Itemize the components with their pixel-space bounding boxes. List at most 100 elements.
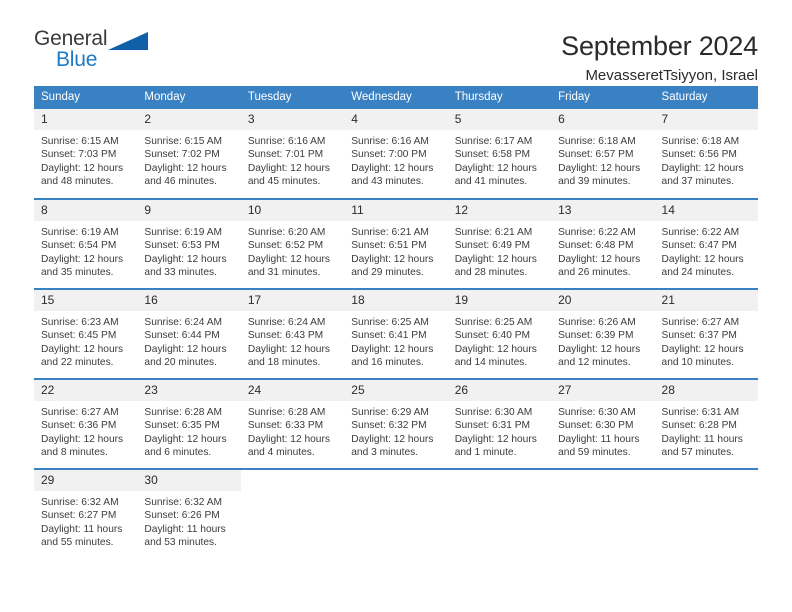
- calendar-day-cell[interactable]: 8 Sunrise: 6:19 AM Sunset: 6:54 PM Daylight…: [34, 198, 138, 289]
- calendar-empty-cell: [344, 468, 448, 559]
- day-details: Sunrise: 6:24 AM Sunset: 6:44 PM Daylight:…: [137, 311, 240, 370]
- weekday-header-friday: Friday: [551, 86, 655, 109]
- day-daylight-line-text: and 28 minutes.: [454, 267, 528, 279]
- day-details: Sunrise: 6:15 AM Sunset: 7:02 PM Daylight:…: [137, 130, 240, 189]
- calendar-day-cell[interactable]: 13 Sunrise: 6:22 AM Sunset: 6:48 PM Dayligh…: [551, 198, 655, 289]
- day-sunset-text: Sunset: 6:41 PM: [351, 330, 427, 342]
- day-details: Sunrise: 6:25 AM Sunset: 6:41 PM Daylight:…: [344, 311, 447, 370]
- day-sunrise-text: Sunrise: 6:26 AM: [558, 317, 636, 328]
- calendar-day-cell[interactable]: 27 Sunrise: 6:30 AM Sunset: 6:30 PM Dayligh…: [551, 378, 655, 469]
- calendar-day-cell[interactable]: 5 Sunrise: 6:17 AM Sunset: 6:58 PM Daylight…: [447, 109, 552, 199]
- day-daylight-line-text: Daylight: 12 hours: [247, 433, 330, 445]
- calendar-day-cell[interactable]: 2 Sunrise: 6:15 AM Sunset: 7:02 PM Daylight…: [137, 109, 241, 199]
- calendar-day-cell[interactable]: 22 Sunrise: 6:27 AM Sunset: 6:36 PM Dayligh…: [34, 378, 138, 469]
- calendar-day-cell[interactable]: 29 Sunrise: 6:32 AM Sunset: 6:27 PM Dayligh…: [34, 468, 138, 559]
- triangle-flag-icon: [108, 32, 148, 50]
- calendar-day-cell[interactable]: 28 Sunrise: 6:31 AM Sunset: 6:28 PM Dayligh…: [654, 378, 758, 469]
- day-sunrise-text: Sunrise: 6:22 AM: [661, 227, 740, 238]
- day-sunrise-text: Sunrise: 6:21 AM: [351, 227, 429, 238]
- day-daylight-line-text: and 6 minutes.: [144, 447, 212, 459]
- calendar-day-cell[interactable]: 16 Sunrise: 6:24 AM Sunset: 6:44 PM Dayligh…: [137, 288, 241, 379]
- day-sunrise-text: Sunrise: 6:16 AM: [247, 136, 326, 147]
- calendar-week-row: 1 Sunrise: 6:15 AM Sunset: 7:03 PM Daylight…: [34, 109, 758, 199]
- calendar-day-cell[interactable]: 14 Sunrise: 6:22 AM Sunset: 6:47 PM Dayligh…: [654, 198, 758, 289]
- day-sunset-text: Sunset: 6:40 PM: [454, 330, 531, 342]
- day-details: Sunrise: 6:22 AM Sunset: 6:48 PM Daylight:…: [551, 221, 654, 280]
- brand-logo[interactable]: General Blue: [34, 28, 154, 74]
- day-sunrise-text: Sunrise: 6:30 AM: [454, 407, 533, 418]
- day-daylight-line-text: and 59 minutes.: [558, 447, 631, 459]
- calendar-day-cell[interactable]: 7 Sunrise: 6:18 AM Sunset: 6:56 PM Daylight…: [654, 109, 758, 199]
- day-daylight-line-text: and 1 minute.: [454, 447, 517, 459]
- day-sunset-text: Sunset: 6:43 PM: [247, 330, 324, 342]
- day-details: Sunrise: 6:18 AM Sunset: 6:56 PM Daylight:…: [655, 130, 758, 189]
- calendar-day-cell[interactable]: 24 Sunrise: 6:28 AM Sunset: 6:33 PM Dayligh…: [240, 378, 345, 469]
- calendar-day-cell[interactable]: 23 Sunrise: 6:28 AM Sunset: 6:35 PM Dayligh…: [137, 378, 241, 469]
- day-daylight-line-text: Daylight: 12 hours: [454, 343, 537, 355]
- day-sunrise-text: Sunrise: 6:21 AM: [454, 227, 533, 238]
- day-sunset-text: Sunset: 6:35 PM: [144, 420, 220, 432]
- day-daylight-line-text: Daylight: 12 hours: [661, 162, 744, 174]
- weekday-header-tuesday: Tuesday: [240, 86, 345, 109]
- calendar-day-cell[interactable]: 6 Sunrise: 6:18 AM Sunset: 6:57 PM Daylight…: [551, 109, 655, 199]
- day-daylight-line-text: Daylight: 12 hours: [351, 162, 434, 174]
- day-daylight-line-text: and 39 minutes.: [558, 176, 631, 188]
- day-number: 14: [654, 200, 758, 221]
- day-details: Sunrise: 6:21 AM Sunset: 6:49 PM Daylight:…: [448, 221, 551, 280]
- day-details: Sunrise: 6:22 AM Sunset: 6:47 PM Daylight:…: [655, 221, 758, 280]
- day-daylight-line-text: and 57 minutes.: [661, 447, 735, 459]
- day-daylight-line-text: and 22 minutes.: [41, 357, 114, 369]
- day-number: 5: [447, 109, 552, 130]
- day-details: Sunrise: 6:26 AM Sunset: 6:39 PM Daylight:…: [551, 311, 654, 370]
- day-sunset-text: Sunset: 6:56 PM: [661, 149, 737, 161]
- day-sunrise-text: Sunrise: 6:28 AM: [144, 407, 223, 418]
- calendar-day-cell[interactable]: 12 Sunrise: 6:21 AM Sunset: 6:49 PM Dayligh…: [447, 198, 552, 289]
- calendar-day-cell[interactable]: 19 Sunrise: 6:25 AM Sunset: 6:40 PM Dayligh…: [447, 288, 552, 379]
- calendar-day-cell[interactable]: 11 Sunrise: 6:21 AM Sunset: 6:51 PM Dayligh…: [344, 198, 448, 289]
- calendar-day-cell[interactable]: 25 Sunrise: 6:29 AM Sunset: 6:32 PM Dayligh…: [344, 378, 448, 469]
- day-daylight-line-text: Daylight: 12 hours: [144, 253, 227, 265]
- day-number: 15: [34, 290, 138, 311]
- day-daylight-line-text: and 48 minutes.: [41, 176, 114, 188]
- calendar-day-cell[interactable]: 4 Sunrise: 6:16 AM Sunset: 7:00 PM Daylight…: [344, 109, 448, 199]
- day-daylight-line-text: and 43 minutes.: [351, 176, 424, 188]
- day-sunset-text: Sunset: 6:36 PM: [41, 420, 117, 432]
- day-sunset-text: Sunset: 6:48 PM: [558, 240, 634, 252]
- calendar-day-cell[interactable]: 30 Sunrise: 6:32 AM Sunset: 6:26 PM Dayligh…: [137, 468, 241, 559]
- calendar-empty-cell: [551, 468, 655, 559]
- day-details: Sunrise: 6:20 AM Sunset: 6:52 PM Daylight:…: [241, 221, 344, 280]
- calendar-day-cell[interactable]: 9 Sunrise: 6:19 AM Sunset: 6:53 PM Daylight…: [137, 198, 241, 289]
- weekday-header-monday: Monday: [137, 86, 241, 109]
- day-details: Sunrise: 6:16 AM Sunset: 7:00 PM Daylight:…: [344, 130, 447, 189]
- calendar-day-cell[interactable]: 26 Sunrise: 6:30 AM Sunset: 6:31 PM Dayligh…: [447, 378, 552, 469]
- day-number: 11: [344, 200, 448, 221]
- day-daylight-line-text: and 29 minutes.: [351, 267, 424, 279]
- calendar-day-cell[interactable]: 3 Sunrise: 6:16 AM Sunset: 7:01 PM Daylight…: [240, 109, 345, 199]
- calendar-day-cell[interactable]: 1 Sunrise: 6:15 AM Sunset: 7:03 PM Daylight…: [34, 109, 138, 199]
- calendar-day-cell[interactable]: 10 Sunrise: 6:20 AM Sunset: 6:52 PM Dayligh…: [240, 198, 345, 289]
- title-block: September 2024 MevasseretTsiyyon, Israel: [561, 28, 758, 87]
- day-sunset-text: Sunset: 6:58 PM: [454, 149, 531, 161]
- calendar-day-cell[interactable]: 20 Sunrise: 6:26 AM Sunset: 6:39 PM Dayligh…: [551, 288, 655, 379]
- calendar-day-cell[interactable]: 18 Sunrise: 6:25 AM Sunset: 6:41 PM Dayligh…: [344, 288, 448, 379]
- day-details: Sunrise: 6:27 AM Sunset: 6:37 PM Daylight:…: [655, 311, 758, 370]
- day-daylight-line-text: Daylight: 12 hours: [351, 433, 434, 445]
- day-details: Sunrise: 6:17 AM Sunset: 6:58 PM Daylight:…: [448, 130, 551, 189]
- day-number: 2: [137, 109, 241, 130]
- calendar-day-cell[interactable]: 15 Sunrise: 6:23 AM Sunset: 6:45 PM Dayligh…: [34, 288, 138, 379]
- day-sunset-text: Sunset: 6:27 PM: [41, 510, 117, 522]
- day-number: [654, 470, 758, 491]
- day-number: 20: [551, 290, 655, 311]
- day-details: Sunrise: 6:29 AM Sunset: 6:32 PM Daylight:…: [344, 401, 447, 460]
- day-number: 19: [447, 290, 552, 311]
- calendar-table: Sunday Monday Tuesday Wednesday Thursday…: [34, 86, 758, 559]
- day-sunrise-text: Sunrise: 6:27 AM: [41, 407, 119, 418]
- page-title: September 2024: [561, 31, 758, 61]
- day-number: 13: [551, 200, 655, 221]
- day-details: Sunrise: 6:23 AM Sunset: 6:45 PM Daylight:…: [34, 311, 137, 370]
- day-daylight-line-text: Daylight: 12 hours: [454, 162, 537, 174]
- calendar-day-cell[interactable]: 17 Sunrise: 6:24 AM Sunset: 6:43 PM Dayligh…: [240, 288, 345, 379]
- day-details: Sunrise: 6:30 AM Sunset: 6:30 PM Daylight:…: [551, 401, 654, 460]
- day-daylight-line-text: Daylight: 12 hours: [247, 253, 330, 265]
- calendar-day-cell[interactable]: 21 Sunrise: 6:27 AM Sunset: 6:37 PM Dayligh…: [654, 288, 758, 379]
